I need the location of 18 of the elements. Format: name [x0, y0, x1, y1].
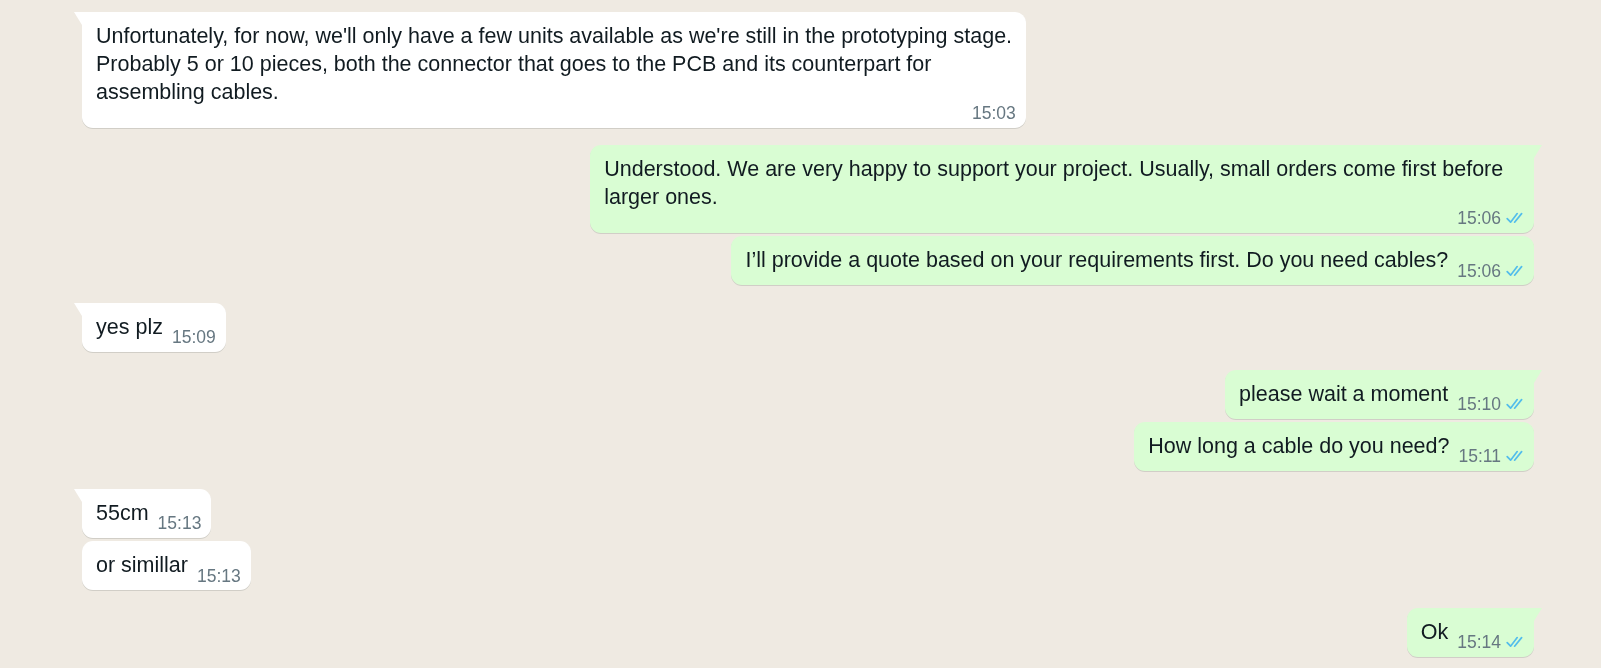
message-time: 15:06 — [1457, 211, 1501, 226]
message-time: 15:11 — [1458, 449, 1501, 464]
message-time: 15:06 — [1457, 263, 1501, 278]
message-text: I’ll provide a quote based on your requirements first. Do you need cables? — [745, 247, 1449, 274]
message-time: 15:03 — [972, 106, 1016, 120]
message-time: 15:09 — [171, 330, 216, 345]
message-text: Ok — [1420, 618, 1449, 646]
message-text: Unfortunately, for now, we'll only have a few units available as we're still in the prototyping stage. Probably 5 or 10 pieces, both the connector that goes to the PCB and its counterpart for assembling cables. — [96, 23, 1014, 106]
message-time: 15:14 — [1457, 635, 1501, 650]
message-text: Understood. We are very happy to support your project. Usually, small orders come first before larger ones. — [604, 156, 1505, 211]
message-text: or simillar — [96, 552, 188, 579]
message-time: 15:13 — [197, 568, 241, 583]
message-text: 55cm — [96, 499, 149, 527]
message-text: please wait a moment — [1239, 380, 1449, 408]
message-text: yes plz — [96, 313, 163, 341]
message-time: 15:10 — [1457, 397, 1501, 412]
message-time: 15:13 — [157, 516, 202, 531]
message-text: How long a cable do you need? — [1148, 432, 1450, 460]
